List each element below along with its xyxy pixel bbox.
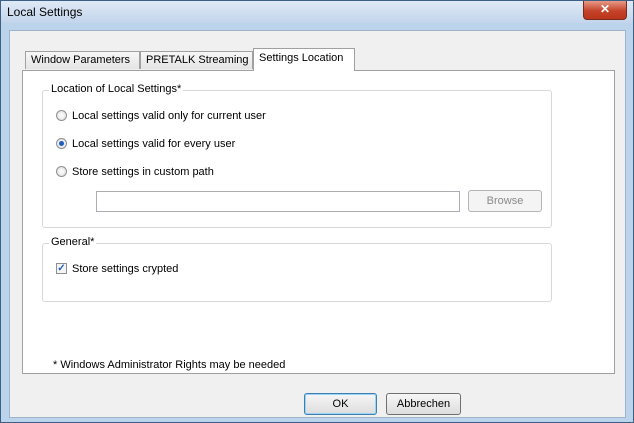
close-button[interactable]: ✕ <box>583 1 627 20</box>
browse-button[interactable]: Browse <box>468 190 542 212</box>
cancel-label: Abbrechen <box>396 398 451 410</box>
radio-label: Local settings valid for every user <box>72 138 236 150</box>
admin-rights-footnote: * Windows Administrator Rights may be ne… <box>53 359 286 371</box>
window-title: Local Settings <box>7 5 83 19</box>
tab-label: Settings Location <box>259 52 344 64</box>
radio-indicator <box>56 138 67 149</box>
radio-label: Local settings valid only for current us… <box>72 110 266 122</box>
general-groupbox: General* ✓ Store settings crypted <box>42 236 552 302</box>
tab-panel: Location of Local Settings* Local settin… <box>22 70 615 374</box>
custom-path-input[interactable] <box>96 191 460 212</box>
location-group-legend: Location of Local Settings* <box>49 83 184 95</box>
tab-settings-location[interactable]: Settings Location <box>253 48 355 71</box>
tab-label: Window Parameters <box>31 54 131 66</box>
location-groupbox: Location of Local Settings* Local settin… <box>42 83 552 228</box>
radio-indicator <box>56 110 67 121</box>
title-bar[interactable]: Local Settings ✕ <box>1 1 633 23</box>
ok-button[interactable]: OK <box>304 393 377 415</box>
radio-label: Store settings in custom path <box>72 166 214 178</box>
checkbox-indicator: ✓ <box>56 263 67 274</box>
tab-pretalk-streaming[interactable]: PRETALK Streaming <box>140 51 253 69</box>
cancel-button[interactable]: Abbrechen <box>386 393 461 415</box>
radio-indicator <box>56 166 67 177</box>
checkbox-label: Store settings crypted <box>72 263 179 275</box>
browse-label: Browse <box>486 195 524 207</box>
tab-label: PRETALK Streaming <box>146 54 249 66</box>
general-group-legend: General* <box>49 236 97 248</box>
ok-label: OK <box>332 398 349 410</box>
tab-window-parameters[interactable]: Window Parameters <box>25 51 140 69</box>
close-icon: ✕ <box>599 2 611 16</box>
